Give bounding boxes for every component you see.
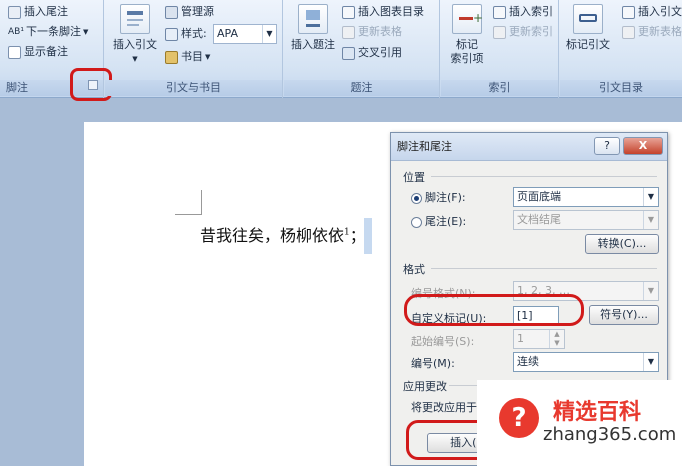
insert-toa-icon xyxy=(622,5,635,19)
insert-index-icon xyxy=(493,5,506,19)
toa-group: 标记引文 插入引文 更新表格 引文目录 xyxy=(560,0,682,98)
radio-selected-icon xyxy=(411,192,422,204)
bibliography-button[interactable]: 书目 ▼ xyxy=(165,48,210,66)
start-at-stepper[interactable]: 1 ▲ ▼ xyxy=(513,329,565,349)
manage-sources-icon xyxy=(165,5,178,19)
caption-icon xyxy=(298,4,328,34)
endnotes-position-select[interactable]: 文档结尾 ▼ xyxy=(513,210,659,230)
insert-index-button[interactable]: 插入索引 xyxy=(493,3,553,21)
watermark-brand: 精选百科 xyxy=(553,400,642,425)
update-table-icon xyxy=(342,25,355,39)
numbering-label: 编号(M): xyxy=(411,357,455,370)
insert-toa-button[interactable]: 插入引文 xyxy=(622,3,682,21)
start-at-label: 起始编号(S): xyxy=(411,335,475,348)
toa-group-label: 引文目录 xyxy=(560,80,682,96)
chevron-down-icon: ▼ xyxy=(262,25,276,43)
index-group-label: 索引 xyxy=(441,80,558,96)
custom-mark-highlight xyxy=(404,294,584,326)
close-button[interactable]: X xyxy=(623,137,663,155)
radio-empty-icon xyxy=(411,216,422,228)
cross-reference-button[interactable]: 交叉引用 xyxy=(342,44,402,62)
insert-endnote-button[interactable]: 插入尾注 xyxy=(8,3,68,21)
citation-icon xyxy=(120,4,150,34)
watermark: ? 精选百科 zhang365.com xyxy=(477,380,682,466)
watermark-url: zhang365.com xyxy=(543,424,677,445)
show-notes-button[interactable]: 显示备注 xyxy=(8,43,68,61)
update-index-button[interactable]: 更新索引 xyxy=(493,23,553,41)
next-footnote-button[interactable]: AB¹ 下一条脚注 ▼ xyxy=(8,23,88,41)
endnote-icon xyxy=(8,5,21,19)
captions-group: 插入题注 插入图表目录 更新表格 交叉引用 题注 xyxy=(284,0,440,98)
chevron-down-icon: ▼ xyxy=(205,53,211,61)
location-heading: 位置 xyxy=(403,171,425,184)
citations-group: 插入引文 ▼ 管理源 样式: APA ▼ 书目 ▼ 引文与书目 xyxy=(105,0,283,98)
update-table-button[interactable]: 更新表格 xyxy=(342,23,402,41)
chevron-down-icon: ▼ xyxy=(82,28,89,36)
chevron-down-icon: ▼ xyxy=(643,353,658,371)
document-text[interactable]: 昔我往矣，杨柳依依1； xyxy=(200,222,366,246)
manage-sources-button[interactable]: 管理源 xyxy=(165,3,214,21)
endnotes-radio[interactable]: 尾注(E): xyxy=(411,213,466,229)
location-divider xyxy=(431,176,657,177)
update-toa-icon xyxy=(622,25,635,39)
mark-entry-button[interactable]: + 标记 索引项 xyxy=(443,4,491,66)
style-select[interactable]: APA ▼ xyxy=(213,24,277,44)
style-icon xyxy=(165,27,178,41)
format-heading: 格式 xyxy=(403,263,425,276)
numbering-select[interactable]: 连续 ▼ xyxy=(513,352,659,372)
insert-caption-button[interactable]: 插入题注 xyxy=(286,4,340,52)
footnotes-radio[interactable]: 脚注(F): xyxy=(411,189,466,205)
next-footnote-icon: AB¹ xyxy=(8,27,24,37)
chevron-down-icon: ▼ xyxy=(643,282,658,300)
apply-heading: 应用更改 xyxy=(403,380,447,393)
help-button[interactable]: ? xyxy=(594,137,620,155)
table-of-figures-icon xyxy=(342,5,355,19)
footnotes-position-select[interactable]: 页面底端 ▼ xyxy=(513,187,659,207)
captions-group-label: 题注 xyxy=(284,80,439,96)
chevron-down-icon: ▼ xyxy=(132,55,138,63)
symbol-button[interactable]: 符号(Y)... xyxy=(589,305,659,325)
ribbon: 插入尾注 AB¹ 下一条脚注 ▼ 显示备注 脚注 插入引文 ▼ 管理源 样式: AP… xyxy=(0,0,682,101)
cross-reference-icon xyxy=(342,46,355,60)
chevron-down-icon: ▼ xyxy=(643,188,658,206)
stepper-arrows-icon: ▲ ▼ xyxy=(549,330,564,348)
apply-to-label: 将更改应用于 xyxy=(411,401,477,414)
update-index-icon xyxy=(493,25,506,39)
mark-citation-icon xyxy=(573,4,603,34)
update-toa-button[interactable]: 更新表格 xyxy=(622,23,682,41)
insert-table-of-figures-button[interactable]: 插入图表目录 xyxy=(342,3,424,21)
index-group: + 标记 索引项 插入索引 更新索引 索引 xyxy=(441,0,559,98)
insert-citation-button[interactable]: 插入引文 ▼ xyxy=(107,4,163,66)
citations-group-label: 引文与书目 xyxy=(105,80,282,96)
convert-button[interactable]: 转换(C)... xyxy=(585,234,659,254)
format-divider xyxy=(431,268,657,269)
question-icon: ? xyxy=(499,398,539,438)
show-notes-icon xyxy=(8,45,21,59)
mark-entry-icon: + xyxy=(452,4,483,34)
style-label: 样式: xyxy=(165,25,207,43)
mark-citation-button[interactable]: 标记引文 xyxy=(562,4,614,52)
margin-corner-mark xyxy=(175,190,202,215)
bibliography-icon xyxy=(165,50,178,64)
chevron-down-icon: ▼ xyxy=(643,211,658,229)
